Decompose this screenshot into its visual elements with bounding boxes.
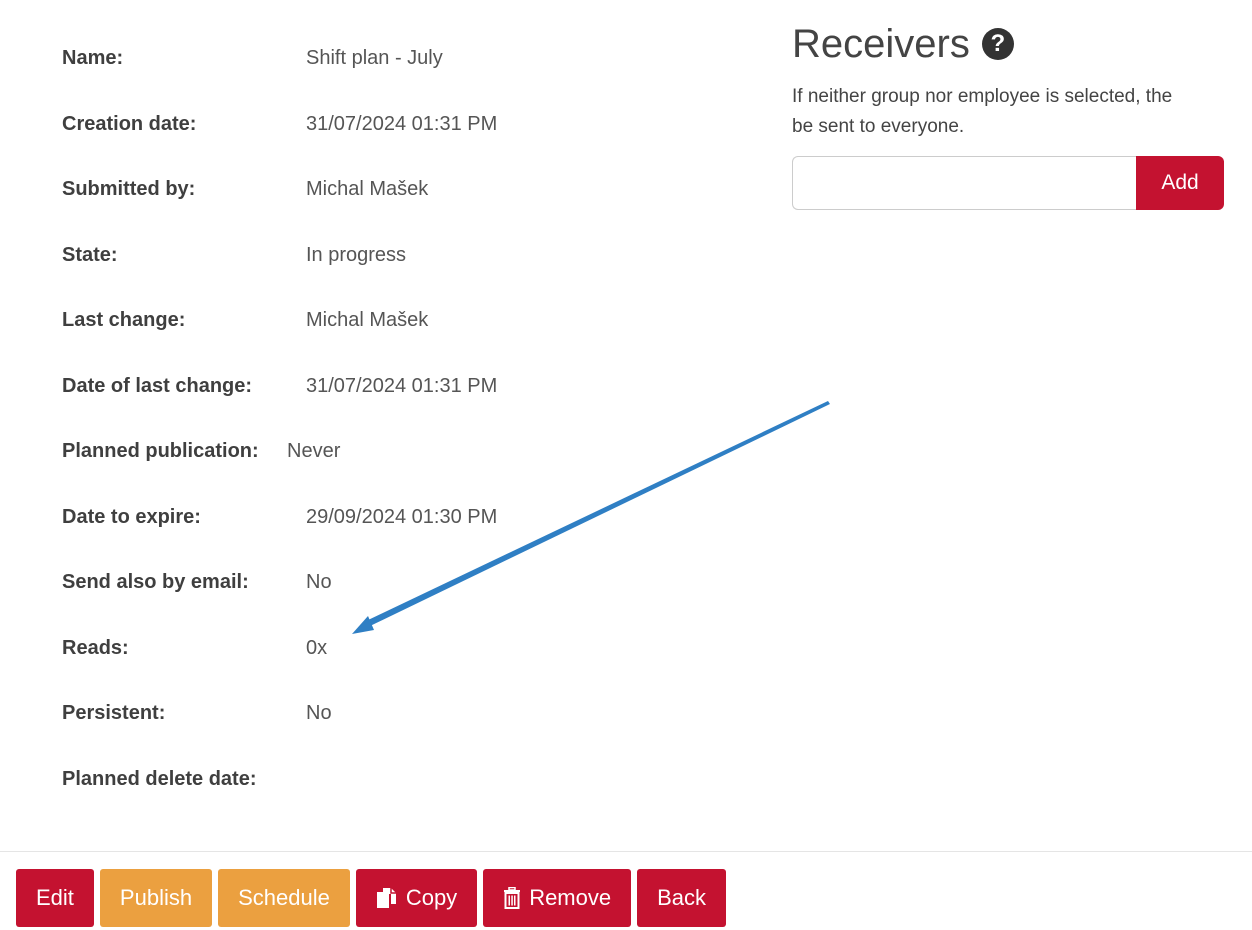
detail-row-planned-publication: Planned publication: Never (62, 419, 702, 485)
detail-value: Never (287, 440, 341, 463)
detail-row-reads: Reads: 0x (62, 616, 702, 682)
back-button[interactable]: Back (637, 869, 727, 927)
trash-icon (503, 887, 521, 909)
detail-value: No (306, 702, 332, 725)
detail-label: Last change: (62, 309, 186, 332)
remove-button-label: Remove (529, 885, 612, 910)
detail-row-state: State: In progress (62, 223, 702, 289)
receivers-hint-line1: If neither group nor employee is selecte… (792, 86, 1173, 107)
reads-value: 0x (306, 636, 328, 659)
detail-row-date-to-expire: Date to expire: 29/09/2024 01:30 PM (62, 485, 702, 551)
detail-label: Creation date: (62, 112, 197, 135)
message-detail-page: Name: Shift plan - July Creation date: 3… (0, 0, 1252, 930)
detail-value: 29/09/2024 01:30 PM (306, 505, 498, 528)
detail-value: In progress (306, 243, 407, 266)
detail-label: Name: (62, 47, 124, 70)
back-button-label: Back (657, 885, 707, 910)
copy-icon (376, 886, 398, 910)
add-receiver-button[interactable]: Add (1136, 156, 1224, 210)
help-icon[interactable]: ? (981, 28, 1014, 60)
detail-label: Date to expire: (62, 505, 201, 528)
detail-row-last-change: Last change: Michal Mašek (62, 288, 702, 354)
detail-label: Submitted by: (62, 178, 196, 201)
detail-label: Planned publication: (62, 440, 259, 463)
detail-value: 31/07/2024 01:31 PM (306, 112, 498, 135)
publish-button[interactable]: Publish (99, 869, 213, 927)
detail-row-persistent: Persistent: No (62, 681, 702, 747)
detail-row-planned-delete-date: Planned delete date: (62, 747, 702, 813)
schedule-button[interactable]: Schedule (218, 869, 350, 927)
detail-value: Shift plan - July (306, 47, 443, 70)
detail-value: 31/07/2024 01:31 PM (306, 374, 498, 397)
detail-label: Send also by email: (62, 571, 249, 594)
receivers-title: Receivers (792, 22, 970, 66)
detail-label: Persistent: (62, 702, 166, 725)
edit-button-label: Edit (36, 885, 74, 910)
receiver-add-group: Add (792, 156, 1224, 210)
detail-row-submitted-by: Submitted by: Michal Mašek (62, 157, 702, 223)
detail-value: Michal Mašek (306, 309, 429, 332)
action-toolbar: Edit Publish Schedule Copy Remove Back (16, 869, 727, 927)
detail-row-creation-date: Creation date: 31/07/2024 01:31 PM (62, 92, 702, 158)
detail-label: Date of last change: (62, 374, 253, 397)
publish-button-label: Publish (119, 885, 193, 910)
details-list: Name: Shift plan - July Creation date: 3… (62, 26, 702, 812)
detail-value: No (306, 571, 332, 594)
receivers-heading: Receivers ? (792, 20, 1252, 68)
schedule-button-label: Schedule (238, 885, 330, 910)
detail-label: State: (62, 243, 118, 266)
receivers-hint: If neither group nor employee is selecte… (792, 82, 1252, 142)
receivers-hint-line2: be sent to everyone. (792, 116, 965, 137)
edit-button[interactable]: Edit (16, 869, 94, 927)
detail-label: Reads: (62, 636, 129, 659)
detail-row-send-by-email: Send also by email: No (62, 550, 702, 616)
copy-button[interactable]: Copy (355, 869, 478, 927)
remove-button[interactable]: Remove (483, 869, 632, 927)
copy-button-label: Copy (405, 885, 458, 910)
detail-row-name: Name: Shift plan - July (62, 26, 702, 92)
detail-label: Planned delete date: (62, 767, 257, 790)
receivers-section: Receivers ? If neither group nor employe… (792, 20, 1252, 210)
toolbar-divider (0, 851, 1252, 852)
detail-row-date-of-last-change: Date of last change: 31/07/2024 01:31 PM (62, 354, 702, 420)
receiver-search-input[interactable] (792, 156, 1136, 210)
detail-value: Michal Mašek (306, 178, 429, 201)
